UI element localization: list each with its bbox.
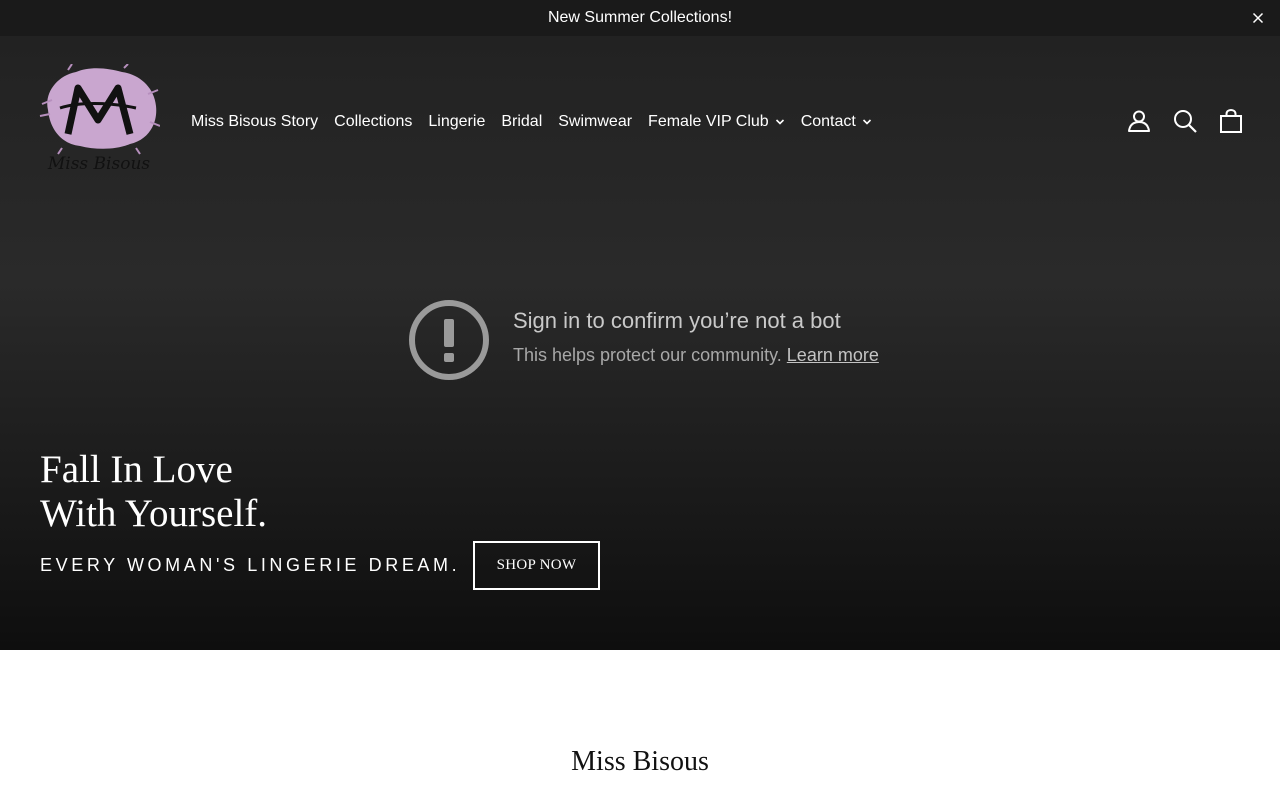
- section-title: Miss Bisous: [571, 746, 709, 777]
- hero-subheading: EVERY WOMAN'S LINGERIE DREAM.: [40, 555, 461, 575]
- nav-item-swimwear[interactable]: Swimwear: [550, 110, 640, 134]
- main-nav: Miss Bisous Story Collections Lingerie B…: [183, 110, 880, 134]
- bot-check-title: Sign in to confirm you’re not a bot: [513, 308, 841, 333]
- hero-heading-line2: With Yourself.: [40, 492, 268, 535]
- nav-item-label: Bridal: [501, 113, 543, 130]
- exclamation-icon: [409, 300, 489, 380]
- nav-item-vip-club[interactable]: Female VIP Club: [640, 110, 793, 134]
- logo-mark: [39, 63, 161, 155]
- nav-item-collections[interactable]: Collections: [326, 110, 420, 134]
- shop-now-button[interactable]: SHOP NOW: [473, 541, 600, 590]
- bot-check-notice: Sign in to confirm you’re not a bot This…: [408, 299, 928, 381]
- account-icon[interactable]: [1126, 108, 1152, 134]
- announcement-bar: New Summer Collections!: [0, 0, 1280, 36]
- search-icon[interactable]: [1172, 108, 1198, 134]
- header-icons: [1126, 108, 1244, 134]
- nav-item-label: Miss Bisous Story: [191, 113, 319, 130]
- cart-icon[interactable]: [1218, 108, 1244, 134]
- brand-logo[interactable]: Miss Bisous: [38, 63, 161, 182]
- nav-item-label: Contact: [800, 113, 856, 130]
- bot-check-subtitle-text: This helps protect our community.: [513, 345, 782, 365]
- logo-script-text: Miss Bisous: [47, 154, 151, 174]
- site-header: Miss Bisous Miss Bisous Story Collection…: [0, 36, 1280, 206]
- nav-item-lingerie[interactable]: Lingerie: [420, 110, 493, 134]
- bot-check-subtitle: This helps protect our community. Learn …: [513, 345, 879, 366]
- nav-item-label: Female VIP Club: [648, 113, 769, 130]
- nav-item-bridal[interactable]: Bridal: [493, 110, 550, 134]
- nav-item-contact[interactable]: Contact: [793, 110, 880, 134]
- close-icon[interactable]: [1250, 10, 1266, 26]
- hero-heading: Fall In Love With Yourself.: [40, 448, 267, 536]
- announcement-text: New Summer Collections!: [547, 9, 733, 26]
- nav-item-label: Collections: [334, 113, 413, 130]
- hero-heading-line1: Fall In Love: [40, 448, 233, 491]
- learn-more-link[interactable]: Learn more: [787, 345, 879, 365]
- nav-item-label: Lingerie: [428, 113, 486, 130]
- chevron-down-icon: [862, 119, 871, 125]
- nav-item-story[interactable]: Miss Bisous Story: [183, 110, 326, 134]
- chevron-down-icon: [775, 119, 784, 125]
- nav-item-label: Swimwear: [558, 113, 633, 130]
